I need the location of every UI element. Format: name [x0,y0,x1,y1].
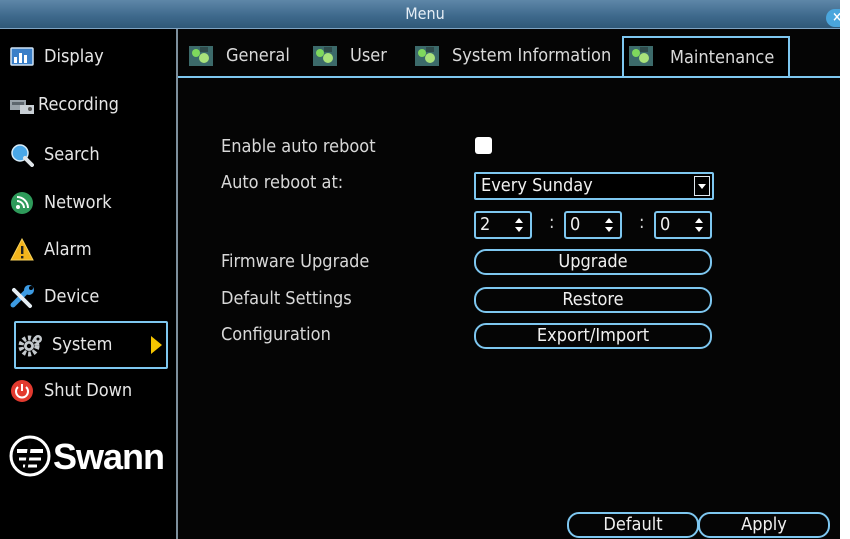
stepper-arrows-icon[interactable] [604,216,614,234]
tab-icon [414,44,440,68]
swann-logo-icon [9,435,51,477]
tab-user[interactable]: User [302,38,406,74]
sidebar-item-label: System [52,334,113,355]
export-import-button[interactable]: Export/Import [474,323,712,349]
second-value: 0 [660,214,671,235]
sidebar-item-recording[interactable]: Recording [10,87,170,123]
apply-button[interactable]: Apply [698,512,830,538]
tab-label: System Information [452,45,612,66]
dvr-screen: Menu × Display Recording Search Network … [0,0,850,539]
tab-system-information[interactable]: System Information [404,38,622,74]
tab-maintenance[interactable]: Maintenance [622,36,790,76]
power-icon [10,379,34,403]
search-icon [10,143,34,167]
sidebar: Display Recording Search Network Alarm D… [0,29,178,539]
sidebar-item-device[interactable]: Device [10,279,170,315]
sidebar-item-label: Recording [38,94,119,115]
auto-reboot-label: Enable auto reboot [221,136,376,157]
sidebar-item-network[interactable]: Network [10,185,170,221]
network-icon [10,191,34,215]
second-stepper[interactable]: 0 [654,211,712,239]
time-separator: : [549,212,555,233]
sidebar-item-label: Network [44,192,112,213]
logo-text: Swann [53,436,165,477]
default-settings-label: Default Settings [221,288,352,309]
tab-label: Maintenance [670,47,775,68]
window-title: Menu [405,4,445,23]
sidebar-item-label: Device [44,286,100,307]
tab-icon [312,44,338,68]
tab-label: General [226,45,290,66]
sidebar-item-shutdown[interactable]: Shut Down [10,373,170,409]
display-icon [10,45,34,69]
tab-general[interactable]: General [178,38,300,74]
reboot-at-label: Auto reboot at: [221,172,344,193]
minute-stepper[interactable]: 0 [564,211,622,239]
stepper-arrows-icon[interactable] [694,216,704,234]
hour-stepper[interactable]: 2 [474,211,532,239]
gear-icon [18,333,42,357]
reboot-schedule-value: Every Sunday [481,175,593,196]
sidebar-item-label: Alarm [44,239,92,260]
chevron-down-icon[interactable] [694,176,710,196]
reboot-schedule-select[interactable]: Every Sunday [474,172,714,200]
minute-value: 0 [570,214,581,235]
alarm-icon [10,237,34,262]
upgrade-button[interactable]: Upgrade [474,249,712,275]
tab-label: User [350,45,387,66]
tab-bar: General User System Information Maintena… [178,36,840,78]
tab-icon [188,44,214,68]
default-button[interactable]: Default [567,512,699,538]
hour-value: 2 [480,214,491,235]
sidebar-item-display[interactable]: Display [10,39,170,75]
sidebar-item-label: Search [44,144,100,165]
sidebar-item-alarm[interactable]: Alarm [10,232,170,268]
sidebar-item-label: Display [44,46,104,67]
sidebar-item-system[interactable]: System [14,321,168,369]
outer-margin [840,0,850,539]
device-icon [10,285,34,309]
menu-window: Menu × Display Recording Search Network … [0,0,850,539]
selected-arrow-icon [151,336,162,354]
swann-logo: Swann [8,434,173,484]
configuration-label: Configuration [221,324,331,345]
time-separator: : [639,212,645,233]
sidebar-item-search[interactable]: Search [10,137,170,173]
restore-button[interactable]: Restore [474,287,712,313]
sidebar-item-label: Shut Down [44,380,133,401]
auto-reboot-checkbox[interactable] [475,137,492,154]
title-bar: Menu × [0,0,850,29]
tab-icon [628,44,654,68]
firmware-upgrade-label: Firmware Upgrade [221,251,370,272]
recording-icon [10,93,34,117]
stepper-arrows-icon[interactable] [514,216,524,234]
